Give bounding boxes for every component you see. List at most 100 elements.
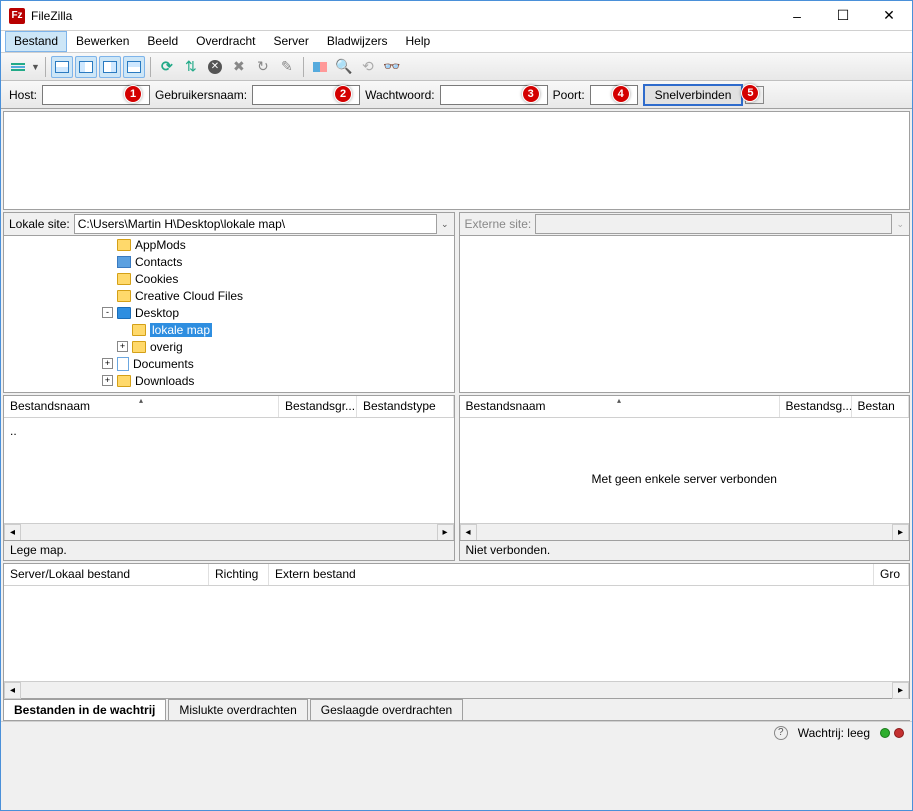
col-grootte[interactable]: Gro — [874, 564, 909, 585]
expand-icon[interactable]: + — [102, 358, 113, 369]
sync-browse-icon[interactable]: 🔍 — [333, 56, 355, 78]
menu-overdracht[interactable]: Overdracht — [187, 31, 264, 52]
tree-item-label: overig — [150, 340, 183, 354]
process-queue-icon[interactable]: ⇅ — [180, 56, 202, 78]
auto-icon[interactable]: ⟲ — [357, 56, 379, 78]
toggle-log-icon[interactable] — [51, 56, 73, 78]
local-path-input[interactable] — [74, 214, 437, 234]
scrollbar[interactable]: ◂ ▸ — [4, 523, 454, 540]
col-server-lokaal[interactable]: Server/Lokaal bestand — [4, 564, 209, 585]
toggle-local-tree-icon[interactable] — [75, 56, 97, 78]
tree-item[interactable]: +Downloads — [4, 372, 454, 389]
tree-item-label: lokale map — [150, 323, 212, 337]
col-richting[interactable]: Richting — [209, 564, 269, 585]
menu-bestand[interactable]: Bestand — [5, 31, 67, 52]
local-status: Lege map. — [3, 541, 455, 561]
window-title: FileZilla — [31, 9, 774, 23]
folder-icon — [117, 307, 131, 319]
local-file-list[interactable]: Bestandsnaam▴ Bestandsgr... Bestandstype… — [3, 395, 455, 541]
chevron-down-icon[interactable]: ⌄ — [441, 219, 449, 230]
site-manager-icon[interactable] — [7, 56, 29, 78]
list-item[interactable]: .. — [10, 422, 448, 439]
contact-icon — [117, 256, 131, 268]
transfer-queue[interactable]: Server/Lokaal bestand Richting Extern be… — [3, 563, 910, 699]
tree-item[interactable]: + Documents — [4, 355, 454, 372]
local-site-label: Lokale site: — [9, 217, 70, 231]
compare-icon[interactable] — [309, 56, 331, 78]
minimize-button[interactable]: – — [774, 1, 820, 31]
message-log[interactable] — [3, 111, 910, 210]
toggle-queue-icon[interactable] — [123, 56, 145, 78]
document-icon — [117, 357, 129, 371]
menu-bewerken[interactable]: Bewerken — [67, 31, 138, 52]
tab-queued[interactable]: Bestanden in de wachtrij — [3, 699, 166, 720]
reconnect-icon[interactable]: ↻ — [252, 56, 274, 78]
refresh-icon[interactable]: ⟳ — [156, 56, 178, 78]
filezilla-icon: Fz — [9, 8, 25, 24]
list-item-label: .. — [10, 424, 17, 438]
quick-connect-button[interactable]: Snelverbinden — [643, 84, 744, 106]
local-site-bar: Lokale site: ⌄ — [3, 212, 455, 236]
marker-2: 2 — [334, 85, 352, 103]
menu-help[interactable]: Help — [397, 31, 440, 52]
search-icon[interactable]: 👓 — [381, 56, 403, 78]
folder-icon — [117, 273, 131, 285]
folder-icon — [117, 290, 131, 302]
maximize-button[interactable]: ☐ — [820, 1, 866, 31]
expand-icon[interactable]: + — [102, 375, 113, 386]
scroll-left-icon[interactable]: ◂ — [4, 682, 21, 699]
tree-item[interactable]: Cookies — [4, 270, 454, 287]
folder-icon — [117, 375, 131, 387]
col-bestandstype[interactable]: Bestan — [852, 396, 910, 417]
scrollbar[interactable]: ◂ ▸ — [460, 523, 910, 540]
menu-bladwijzers[interactable]: Bladwijzers — [318, 31, 397, 52]
marker-1: 1 — [124, 85, 142, 103]
tree-item[interactable]: AppMods — [4, 236, 454, 253]
scroll-left-icon[interactable]: ◂ — [460, 524, 477, 540]
remote-tree[interactable] — [459, 236, 911, 393]
activity-led-red — [894, 728, 904, 738]
dropdown-icon[interactable]: ▼ — [31, 62, 40, 72]
scroll-right-icon[interactable]: ▸ — [892, 682, 909, 699]
tree-item-label: Creative Cloud Files — [135, 289, 243, 303]
remote-file-list[interactable]: Bestandsnaam▴ Bestandsg... Bestan Met ge… — [459, 395, 911, 541]
activity-led-green — [880, 728, 890, 738]
scroll-right-icon[interactable]: ▸ — [437, 524, 454, 540]
local-tree[interactable]: AppModsContactsCookies Creative Cloud Fil… — [3, 236, 455, 393]
cancel-icon[interactable]: ✕ — [204, 56, 226, 78]
tree-item-label: Documents — [133, 357, 194, 371]
expand-icon[interactable]: - — [102, 307, 113, 318]
help-icon[interactable]: ? — [774, 726, 788, 740]
close-button[interactable]: ✕ — [866, 1, 912, 31]
tab-failed[interactable]: Mislukte overdrachten — [168, 699, 307, 720]
menu-server[interactable]: Server — [264, 31, 317, 52]
pass-label: Wachtwoord: — [365, 88, 435, 102]
tree-item[interactable]: + overig — [4, 338, 454, 355]
filter-icon[interactable]: ✎ — [276, 56, 298, 78]
col-bestandsnaam[interactable]: Bestandsnaam▴ — [4, 396, 279, 417]
tree-item[interactable]: Contacts — [4, 253, 454, 270]
toggle-remote-tree-icon[interactable] — [99, 56, 121, 78]
host-label: Host: — [9, 88, 37, 102]
scroll-left-icon[interactable]: ◂ — [4, 524, 21, 540]
scrollbar[interactable]: ◂ ▸ — [4, 681, 909, 698]
expand-icon[interactable]: + — [117, 341, 128, 352]
tree-item-label: AppMods — [135, 238, 186, 252]
col-bestandsgrootte[interactable]: Bestandsg... — [780, 396, 852, 417]
col-extern-bestand[interactable]: Extern bestand — [269, 564, 874, 585]
col-bestandsgrootte[interactable]: Bestandsgr... — [279, 396, 357, 417]
tree-item[interactable]: - Desktop — [4, 304, 454, 321]
marker-4: 4 — [612, 85, 630, 103]
col-bestandstype[interactable]: Bestandstype — [357, 396, 454, 417]
toolbar: ▼ ⟳ ⇅ ✕ ✖ ↻ ✎ 🔍 ⟲ 👓 — [1, 53, 912, 81]
col-bestandsnaam[interactable]: Bestandsnaam▴ — [460, 396, 780, 417]
remote-site-bar: Externe site: ⌄ — [459, 212, 911, 236]
scroll-right-icon[interactable]: ▸ — [892, 524, 909, 540]
disconnect-icon[interactable]: ✖ — [228, 56, 250, 78]
tree-item[interactable]: lokale map — [4, 321, 454, 338]
tab-successful[interactable]: Geslaagde overdrachten — [310, 699, 463, 720]
tree-item[interactable]: Creative Cloud Files — [4, 287, 454, 304]
tree-item-label: Desktop — [135, 306, 179, 320]
remote-site-label: Externe site: — [465, 217, 532, 231]
menu-beeld[interactable]: Beeld — [138, 31, 187, 52]
